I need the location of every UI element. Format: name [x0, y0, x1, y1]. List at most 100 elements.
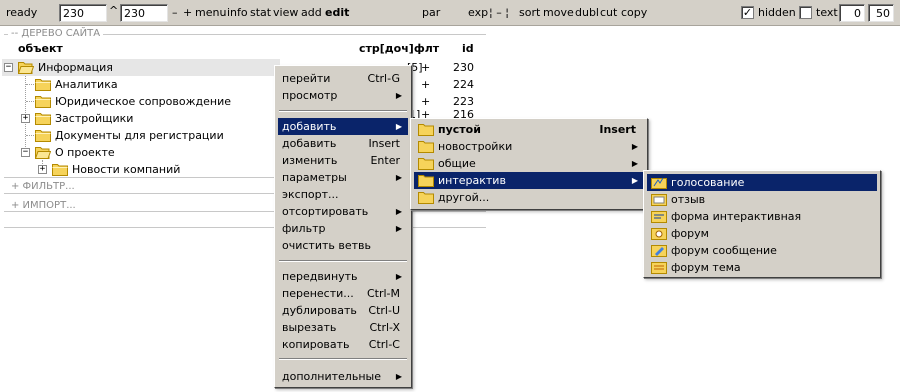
- menu-link[interactable]: menu: [195, 7, 226, 19]
- submenu-arrow-icon: ▶: [395, 173, 402, 182]
- menu-item-export[interactable]: экспорт...: [278, 186, 408, 203]
- menu-item-other[interactable]: другой...: [414, 189, 644, 206]
- menu-item-additional[interactable]: дополнительные ▶: [278, 368, 408, 385]
- column-meta-header: стр[доч]флт: [359, 42, 440, 55]
- exp-link[interactable]: exp: [468, 7, 488, 19]
- forum-topic-icon: [651, 261, 667, 274]
- filter-section-toggle[interactable]: + ФИЛЬТР...: [8, 181, 78, 192]
- menu-item-view[interactable]: просмотр ▶: [278, 87, 408, 104]
- menu-separator: [279, 260, 407, 262]
- menu-separator: [279, 110, 407, 112]
- collapse-toggle-icon[interactable]: −: [21, 148, 30, 157]
- menu-item-vote[interactable]: голосование: [647, 174, 877, 191]
- menu-item-forum[interactable]: форум: [647, 225, 877, 242]
- folder-open-icon: [18, 61, 34, 74]
- menu-item-empty[interactable]: пустой Insert: [414, 121, 644, 138]
- hidden-label: hidden: [758, 6, 796, 19]
- tree-line: [26, 101, 34, 102]
- text-checkbox[interactable]: [799, 6, 812, 19]
- parent-id-input[interactable]: [59, 4, 107, 22]
- hidden-checkbox[interactable]: ✓: [741, 6, 754, 19]
- feedback-icon: [651, 193, 667, 206]
- menu-item-interactive[interactable]: интерактив ▶: [414, 172, 644, 189]
- folder-icon: [418, 174, 434, 187]
- menu-item-move[interactable]: перенести... Ctrl-M: [278, 285, 408, 302]
- menu-item-edit[interactable]: изменить Enter: [278, 152, 408, 169]
- tree-item-label[interactable]: Документы для регистрации: [55, 127, 224, 144]
- folder-icon: [418, 140, 434, 153]
- tree-item-label[interactable]: Информация: [38, 59, 113, 76]
- submenu-arrow-icon: ▶: [395, 224, 402, 233]
- submenu-arrow-icon: ▶: [395, 91, 402, 100]
- view-link[interactable]: view: [273, 7, 298, 19]
- menu-item-forum-message[interactable]: форум сообщение: [647, 242, 877, 259]
- menu-item-filter[interactable]: фильтр ▶: [278, 220, 408, 237]
- move-link[interactable]: move: [543, 7, 574, 19]
- menu-item-copy[interactable]: копировать Ctrl-C: [278, 336, 408, 353]
- expand-button[interactable]: +: [183, 7, 192, 19]
- row-id: 224: [453, 78, 474, 91]
- status-text: ready: [6, 6, 38, 19]
- par-link[interactable]: par: [422, 7, 440, 19]
- menu-item-feedback[interactable]: отзыв: [647, 191, 877, 208]
- add-link[interactable]: add: [301, 7, 322, 19]
- expand-toggle-icon[interactable]: +: [21, 114, 30, 123]
- folder-icon: [35, 78, 51, 91]
- import-section-toggle[interactable]: + ИМПОРТ...: [8, 200, 79, 211]
- dubl-link[interactable]: dubl: [575, 7, 599, 19]
- collapse-button[interactable]: –: [172, 7, 178, 19]
- menu-item-move-submenu[interactable]: передвинуть ▶: [278, 268, 408, 285]
- offset-input[interactable]: [839, 4, 865, 22]
- collapse-toggle-icon[interactable]: −: [4, 63, 13, 72]
- folder-icon: [52, 163, 68, 176]
- add-submenu: пустой Insert новостройки ▶ общие ▶ интерак…: [410, 118, 648, 210]
- cut-link[interactable]: cut: [600, 7, 617, 19]
- panel-bottom-border: [4, 227, 486, 228]
- copy-link[interactable]: copy: [621, 7, 647, 19]
- row-add-button[interactable]: +: [421, 59, 430, 76]
- toolbar: ready ^ – + menu info stat view add edit…: [0, 0, 900, 26]
- object-id-input[interactable]: [120, 4, 168, 22]
- separator-text: ¦ – ¦: [489, 6, 509, 19]
- stat-link[interactable]: stat: [250, 7, 271, 19]
- tree-section-title[interactable]: -- ДЕРЕВО САЙТА: [8, 28, 104, 39]
- limit-input[interactable]: [868, 4, 894, 22]
- edit-link[interactable]: edit: [325, 7, 349, 19]
- menu-item-cut[interactable]: вырезать Ctrl-X: [278, 319, 408, 336]
- menu-item-interactive-form[interactable]: форма интерактивная: [647, 208, 877, 225]
- menu-item-new-buildings[interactable]: новостройки ▶: [414, 138, 644, 155]
- expand-toggle-icon[interactable]: +: [38, 165, 47, 174]
- row-add-button[interactable]: +: [421, 76, 430, 93]
- tree-item-label[interactable]: О проекте: [55, 144, 115, 161]
- menu-item-goto[interactable]: перейти Ctrl-G: [278, 70, 408, 87]
- sort-link[interactable]: sort: [519, 7, 540, 19]
- folder-icon: [35, 112, 51, 125]
- interactive-submenu: голосование отзыв форма интерактивная фо…: [643, 170, 881, 278]
- folder-icon: [418, 191, 434, 204]
- menu-item-duplicate[interactable]: дублировать Ctrl-U: [278, 302, 408, 319]
- menu-item-forum-topic[interactable]: форум тема: [647, 259, 877, 276]
- submenu-arrow-icon: ▶: [631, 159, 638, 168]
- tree-line: [26, 135, 34, 136]
- menu-item-sort[interactable]: отсортировать ▶: [278, 203, 408, 220]
- tree-item-label[interactable]: Новости компаний: [72, 161, 180, 178]
- menu-item-add[interactable]: добавить Insert: [278, 135, 408, 152]
- tree-line: [26, 84, 34, 85]
- import-section-border: [4, 211, 486, 212]
- up-arrow-icon[interactable]: ^: [109, 5, 118, 17]
- menu-item-params[interactable]: параметры ▶: [278, 169, 408, 186]
- menu-item-clear-branch[interactable]: очистить ветвь: [278, 237, 408, 254]
- vote-icon: [651, 176, 667, 189]
- folder-icon: [35, 95, 51, 108]
- column-object-header: объект: [18, 42, 63, 55]
- folder-icon: [418, 123, 434, 136]
- menu-item-add-submenu[interactable]: добавить ▶: [278, 118, 408, 135]
- folder-open-icon: [35, 146, 51, 159]
- menu-item-general[interactable]: общие ▶: [414, 155, 644, 172]
- tree-item-label[interactable]: Аналитика: [55, 76, 118, 93]
- tree-item-label[interactable]: Юридическое сопровождение: [55, 93, 231, 110]
- forum-message-icon: [651, 244, 667, 257]
- submenu-arrow-icon: ▶: [395, 372, 402, 381]
- info-link[interactable]: info: [227, 7, 248, 19]
- tree-item-label[interactable]: Застройщики: [55, 110, 133, 127]
